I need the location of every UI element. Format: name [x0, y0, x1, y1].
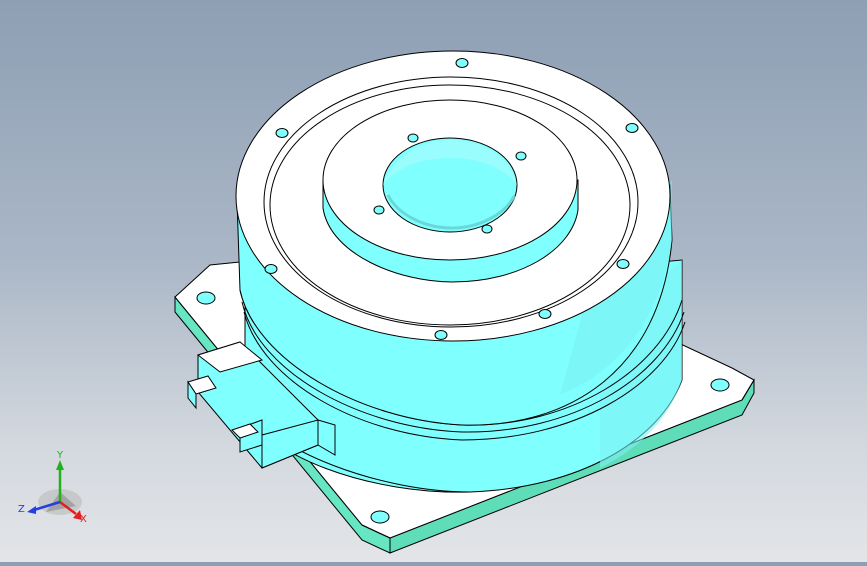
y-axis-label: Y: [56, 450, 64, 461]
y-axis-arrow-icon: [56, 460, 64, 470]
center-bore[interactable]: [382, 137, 518, 233]
z-axis-label: Z: [18, 504, 25, 515]
orientation-triad[interactable]: Y X Z: [14, 448, 98, 532]
model-view[interactable]: [0, 0, 867, 562]
graphics-viewport[interactable]: Y X Z: [0, 0, 867, 562]
x-axis-label: X: [80, 514, 87, 525]
z-axis-arrow-icon: [27, 506, 36, 514]
